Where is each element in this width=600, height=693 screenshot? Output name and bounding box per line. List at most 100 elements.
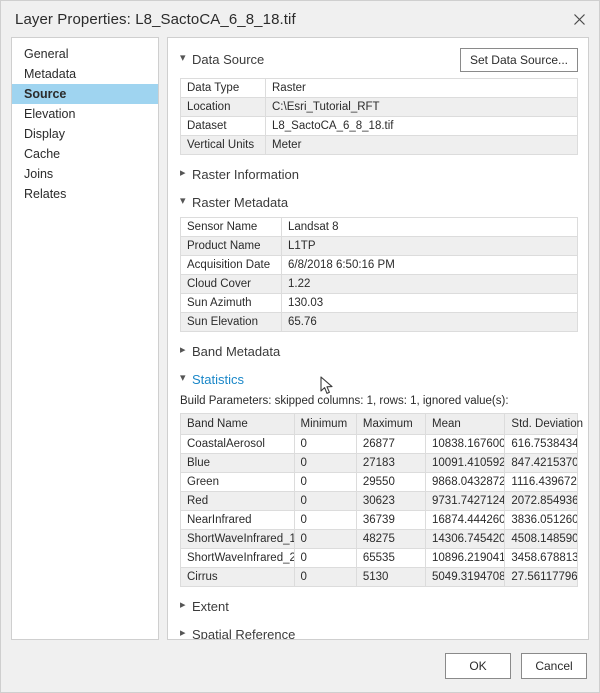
sidebar: General Metadata Source Elevation Displa… [11,37,159,640]
section-data-source[interactable]: ▾ Data Source [180,50,264,68]
cell-std: 27.5611779609 [504,567,578,587]
section-extent[interactable]: ▸ Extent [180,597,578,615]
table-row: Cirrus 0 5130 5049.31947080 27.561177960… [180,567,578,587]
table-row: NearInfrared 0 36739 16874.4442609 3836.… [180,510,578,530]
row-value: L8_SactoCA_6_8_18.tif [265,116,578,136]
cell-minimum: 0 [293,567,357,587]
cell-std: 3836.05126020 [504,510,578,530]
layer-properties-dialog: Layer Properties: L8_SactoCA_6_8_18.tif … [0,0,600,693]
table-row: Sun Elevation 65.76 [180,312,578,332]
table-row: Product Name L1TP [180,236,578,256]
cell-minimum: 0 [293,548,357,568]
raster-metadata-table: Sensor Name Landsat 8 Product Name L1TP … [180,217,578,332]
table-row: Sun Azimuth 130.03 [180,293,578,313]
cell-std: 1116.43967288 [504,472,578,492]
cell-minimum: 0 [293,529,357,549]
row-key: Product Name [180,236,282,256]
sidebar-item-general[interactable]: General [12,44,158,64]
cell-maximum: 65535 [355,548,427,568]
cell-minimum: 0 [293,510,357,530]
sidebar-item-display[interactable]: Display [12,124,158,144]
table-row: Location C:\Esri_Tutorial_RFT [180,97,578,117]
cell-std: 3458.67881356 [504,548,578,568]
row-key: Vertical Units [180,135,266,155]
table-header-row: Band Name Minimum Maximum Mean Std. Devi… [180,413,583,435]
table-row: ShortWaveInfrared_2 0 65535 10896.219041… [180,548,578,568]
ok-button[interactable]: OK [445,653,511,679]
table-row: Blue 0 27183 10091.4105924 847.421537067 [180,453,578,473]
dialog-footer: OK Cancel [1,640,599,692]
section-title-data-source: Data Source [192,51,265,67]
section-band-metadata[interactable]: ▸ Band Metadata [180,342,578,360]
cell-band-name: Blue [180,453,295,473]
cell-mean: 16874.4442609 [425,510,506,530]
table-row: Acquisition Date 6/8/2018 6:50:16 PM [180,255,578,275]
set-data-source-button[interactable]: Set Data Source... [459,48,578,72]
cell-std: 616.753843459 [504,434,578,454]
cell-band-name: ShortWaveInfrared_2 [180,548,295,568]
row-value: 6/8/2018 6:50:16 PM [281,255,578,275]
cell-std: 4508.14859056 [504,529,578,549]
table-row: Cloud Cover 1.22 [180,274,578,294]
cell-band-name: CoastalAerosol [180,434,295,454]
row-value: Landsat 8 [281,217,578,237]
cell-std: 847.421537067 [504,453,578,473]
row-value: L1TP [281,236,578,256]
title-bar: Layer Properties: L8_SactoCA_6_8_18.tif [1,1,599,37]
section-raster-information[interactable]: ▸ Raster Information [180,165,578,183]
cell-minimum: 0 [293,491,357,511]
cell-band-name: Cirrus [180,567,295,587]
table-row: CoastalAerosol 0 26877 10838.1676006 616… [180,434,578,454]
row-value: 1.22 [281,274,578,294]
section-title-raster-metadata: Raster Metadata [192,194,289,210]
table-row: Red 0 30623 9731.74271245 2072.85493634 [180,491,578,511]
row-key: Sun Azimuth [180,293,282,313]
cell-minimum: 0 [293,434,357,454]
table-row: ShortWaveInfrared_1 0 48275 14306.745420… [180,529,578,549]
sidebar-item-relates[interactable]: Relates [12,184,158,204]
cell-mean: 10091.4105924 [425,453,506,473]
column-header-std-deviation: Std. Deviation [504,413,583,435]
section-title-spatial-reference: Spatial Reference [192,626,296,640]
sidebar-item-joins[interactable]: Joins [12,164,158,184]
cell-maximum: 29550 [355,472,427,492]
row-key: Dataset [180,116,266,136]
sidebar-item-source[interactable]: Source [12,84,158,104]
cell-band-name: Green [180,472,295,492]
row-value: 65.76 [281,312,578,332]
section-raster-metadata[interactable]: ▾ Raster Metadata [180,193,578,211]
cell-band-name: NearInfrared [180,510,295,530]
statistics-table: Band Name Minimum Maximum Mean Std. Devi… [180,413,583,587]
row-value: C:\Esri_Tutorial_RFT [265,97,578,117]
sidebar-item-cache[interactable]: Cache [12,144,158,164]
cancel-button[interactable]: Cancel [521,653,587,679]
cell-band-name: Red [180,491,295,511]
chevron-down-icon: ▾ [180,194,186,207]
dialog-body: General Metadata Source Elevation Displa… [1,37,599,640]
cell-std: 2072.85493634 [504,491,578,511]
row-key: Sensor Name [180,217,282,237]
table-row: Vertical Units Meter [180,135,578,155]
sidebar-item-elevation[interactable]: Elevation [12,104,158,124]
close-icon[interactable] [559,2,599,36]
section-title-statistics: Statistics [192,371,245,387]
cell-maximum: 5130 [355,567,427,587]
cell-maximum: 36739 [355,510,427,530]
column-header-maximum: Maximum [355,413,427,435]
cell-band-name: ShortWaveInfrared_1 [180,529,295,549]
row-key: Cloud Cover [180,274,282,294]
section-statistics[interactable]: ▾ Statistics [180,370,578,388]
section-spatial-reference[interactable]: ▸ Spatial Reference [180,625,578,640]
data-source-table: Data Type Raster Location C:\Esri_Tutori… [180,78,578,155]
cell-maximum: 30623 [355,491,427,511]
chevron-down-icon: ▾ [180,371,186,384]
cell-minimum: 0 [293,472,357,492]
sidebar-item-metadata[interactable]: Metadata [12,64,158,84]
cell-mean: 9731.74271245 [425,491,506,511]
row-key: Acquisition Date [180,255,282,275]
cell-maximum: 27183 [355,453,427,473]
row-value: 130.03 [281,293,578,313]
row-key: Data Type [180,78,266,98]
build-parameters-text: Build Parameters: skipped columns: 1, ro… [180,395,509,407]
cell-mean: 9868.04328726 [425,472,506,492]
